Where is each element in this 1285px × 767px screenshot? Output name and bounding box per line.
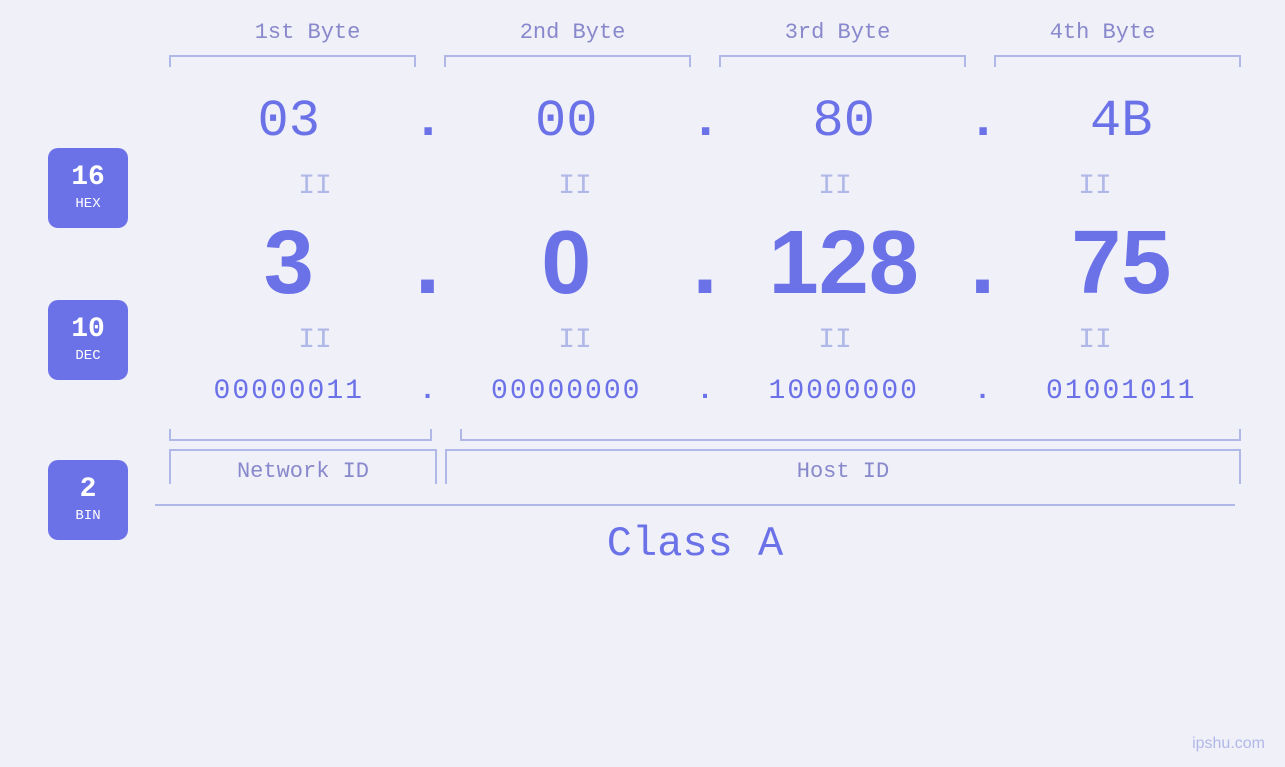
- bracket-4: [994, 55, 1241, 67]
- dec-badge-label: DEC: [75, 348, 100, 364]
- bracket-spacer-1: [420, 55, 440, 67]
- eq1-3: II: [795, 171, 875, 202]
- eq1-4: II: [1055, 171, 1135, 202]
- hex-byte4: 4B: [998, 72, 1246, 171]
- host-id-label: Host ID: [445, 449, 1241, 484]
- bin-byte3: 10000000: [720, 356, 968, 427]
- bracket-2: [444, 55, 691, 67]
- bin-badge-number: 2: [80, 476, 97, 504]
- hex-values-row: 03 . 00 . 80 . 4B: [155, 72, 1255, 171]
- byte2-header: 2nd Byte: [440, 20, 705, 45]
- eq2-3: II: [795, 325, 875, 356]
- main-grid: 1st Byte 2nd Byte 3rd Byte 4th Byte 03 .…: [155, 20, 1255, 568]
- byte3-header: 3rd Byte: [705, 20, 970, 45]
- class-label: Class A: [607, 520, 783, 568]
- byte1-header: 1st Byte: [175, 20, 440, 45]
- eq2-2: II: [535, 325, 615, 356]
- bracket-3: [719, 55, 966, 67]
- bin-bracket-1: [169, 429, 432, 441]
- dec-byte2: 0: [443, 202, 691, 325]
- equals-row-1: II II II II: [155, 171, 1255, 202]
- watermark: ipshu.com: [1192, 735, 1265, 753]
- bin-badge: 2 BIN: [48, 460, 128, 540]
- dec-dot2: .: [690, 212, 720, 315]
- bin-bottom-brackets-row: [155, 429, 1255, 441]
- bin-dot2: .: [690, 376, 720, 407]
- class-row: Class A: [155, 504, 1235, 568]
- dec-values-row: 3 . 0 . 128 . 75: [155, 202, 1255, 325]
- bin-dot1: .: [413, 376, 443, 407]
- byte4-header: 4th Byte: [970, 20, 1235, 45]
- network-id-label: Network ID: [169, 449, 437, 484]
- eq1-2: II: [535, 171, 615, 202]
- dec-dot1: .: [413, 212, 443, 315]
- dec-badge: 10 DEC: [48, 300, 128, 380]
- bin-byte1: 00000011: [165, 356, 413, 427]
- bracket-1: [169, 55, 416, 67]
- hex-byte3: 80: [720, 72, 968, 171]
- bracket-spacer-3: [970, 55, 990, 67]
- hex-badge: 16 HEX: [48, 148, 128, 228]
- bin-byte2: 00000000: [443, 356, 691, 427]
- hex-byte2: 00: [443, 72, 691, 171]
- dec-byte1: 3: [165, 202, 413, 325]
- dec-badge-number: 10: [71, 316, 105, 344]
- dec-byte4: 75: [998, 202, 1246, 325]
- hex-badge-label: HEX: [75, 196, 100, 212]
- hex-dot2: .: [690, 92, 720, 151]
- bin-bracket-spacer-1: [436, 429, 456, 441]
- bin-badge-label: BIN: [75, 508, 100, 524]
- bin-byte4: 01001011: [998, 356, 1246, 427]
- bin-bracket-2: [460, 429, 1241, 441]
- hex-dot3: .: [968, 92, 998, 151]
- eq2-4: II: [1055, 325, 1135, 356]
- dec-byte3: 128: [720, 202, 968, 325]
- eq2-1: II: [275, 325, 355, 356]
- equals-row-2: II II II II: [155, 325, 1255, 356]
- hex-dot1: .: [413, 92, 443, 151]
- bottom-labels-row: Network ID Host ID: [155, 449, 1255, 484]
- bracket-spacer-2: [695, 55, 715, 67]
- dec-dot3: .: [968, 212, 998, 315]
- main-container: 16 HEX 10 DEC 2 BIN 1st Byte 2nd Byte 3r…: [0, 0, 1285, 767]
- hex-byte1: 03: [165, 72, 413, 171]
- top-brackets-row: [155, 55, 1255, 67]
- hex-badge-number: 16: [71, 164, 105, 192]
- bin-values-row: 00000011 . 00000000 . 10000000 . 0100101…: [155, 356, 1255, 427]
- bin-dot3: .: [968, 376, 998, 407]
- eq1-1: II: [275, 171, 355, 202]
- byte-headers-row: 1st Byte 2nd Byte 3rd Byte 4th Byte: [155, 20, 1255, 45]
